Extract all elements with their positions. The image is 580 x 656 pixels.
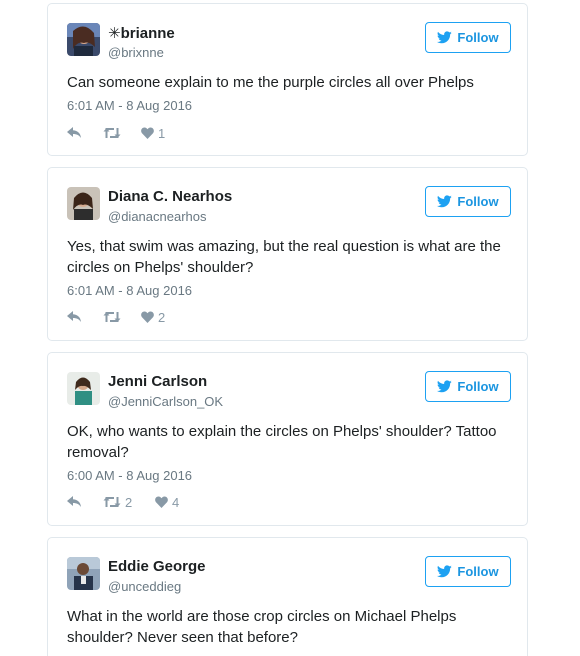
author-handle[interactable]: @brixnne xyxy=(108,45,164,60)
follow-button[interactable]: Follow xyxy=(425,186,511,217)
like-button[interactable]: 4 xyxy=(155,495,179,510)
follow-label: Follow xyxy=(457,194,499,209)
tweet-text: OK, who wants to explain the circles on … xyxy=(67,423,497,461)
heart-icon xyxy=(155,496,168,508)
avatar[interactable] xyxy=(67,23,100,56)
follow-label: Follow xyxy=(457,379,499,394)
retweet-count: 2 xyxy=(125,494,133,510)
like-button[interactable]: 1 xyxy=(141,126,165,141)
tweet-text: Yes, that swim was amazing, but the real… xyxy=(67,238,501,276)
avatar[interactable] xyxy=(67,557,100,590)
twitter-bird-icon xyxy=(437,380,453,393)
retweet-button[interactable]: 2 xyxy=(103,495,155,510)
reply-icon xyxy=(67,311,81,322)
author-name[interactable]: Eddie George xyxy=(108,558,206,575)
tweet-timestamp[interactable]: 6:01 AM - 8 Aug 2016 xyxy=(67,98,192,113)
reply-icon xyxy=(67,496,81,507)
twitter-bird-icon xyxy=(437,565,453,578)
heart-icon xyxy=(141,127,154,139)
retweet-icon xyxy=(103,497,121,507)
reply-icon xyxy=(67,127,81,138)
retweet-button[interactable] xyxy=(103,127,141,139)
avatar[interactable] xyxy=(67,372,100,405)
tweet-timestamp[interactable]: 6:00 AM - 8 Aug 2016 xyxy=(67,468,192,483)
tweet-text: What in the world are those crop circles… xyxy=(67,608,457,646)
author-name[interactable]: ✳brianne xyxy=(108,24,175,42)
follow-button[interactable]: Follow xyxy=(425,556,511,587)
heart-icon xyxy=(141,311,154,323)
tweet-card: Eddie George @unceddieg Follow What in t… xyxy=(47,537,528,656)
author-handle[interactable]: @dianacnearhos xyxy=(108,209,206,224)
retweet-icon xyxy=(103,128,121,138)
reply-button[interactable] xyxy=(67,496,103,508)
author-name[interactable]: Jenni Carlson xyxy=(108,373,207,390)
tweet-card: Jenni Carlson @JenniCarlson_OK Follow OK… xyxy=(47,352,528,526)
like-button[interactable]: 2 xyxy=(141,310,165,325)
author-handle[interactable]: @JenniCarlson_OK xyxy=(108,394,223,409)
like-count: 1 xyxy=(158,125,166,141)
twitter-bird-icon xyxy=(437,31,453,44)
follow-label: Follow xyxy=(457,30,499,45)
follow-label: Follow xyxy=(457,564,499,579)
tweet-text: Can someone explain to me the purple cir… xyxy=(67,74,474,91)
follow-button[interactable]: Follow xyxy=(425,22,511,53)
like-count: 2 xyxy=(158,309,166,325)
retweet-icon xyxy=(103,312,121,322)
author-handle[interactable]: @unceddieg xyxy=(108,579,181,594)
tweet-actions: 2 4 xyxy=(67,494,179,510)
tweet-actions: 2 xyxy=(67,309,165,325)
tweet-timestamp[interactable]: 6:01 AM - 8 Aug 2016 xyxy=(67,283,192,298)
retweet-button[interactable] xyxy=(103,311,141,323)
avatar[interactable] xyxy=(67,187,100,220)
twitter-bird-icon xyxy=(437,195,453,208)
reply-button[interactable] xyxy=(67,311,103,323)
tweet-card: ✳brianne @brixnne Follow Can someone exp… xyxy=(47,3,528,156)
follow-button[interactable]: Follow xyxy=(425,371,511,402)
tweet-feed: ✳brianne @brixnne Follow Can someone exp… xyxy=(0,0,580,656)
like-count: 4 xyxy=(172,494,180,510)
tweet-card: Diana C. Nearhos @dianacnearhos Follow Y… xyxy=(47,167,528,341)
tweet-actions: 1 xyxy=(67,125,165,141)
author-name[interactable]: Diana C. Nearhos xyxy=(108,188,232,205)
reply-button[interactable] xyxy=(67,127,103,139)
